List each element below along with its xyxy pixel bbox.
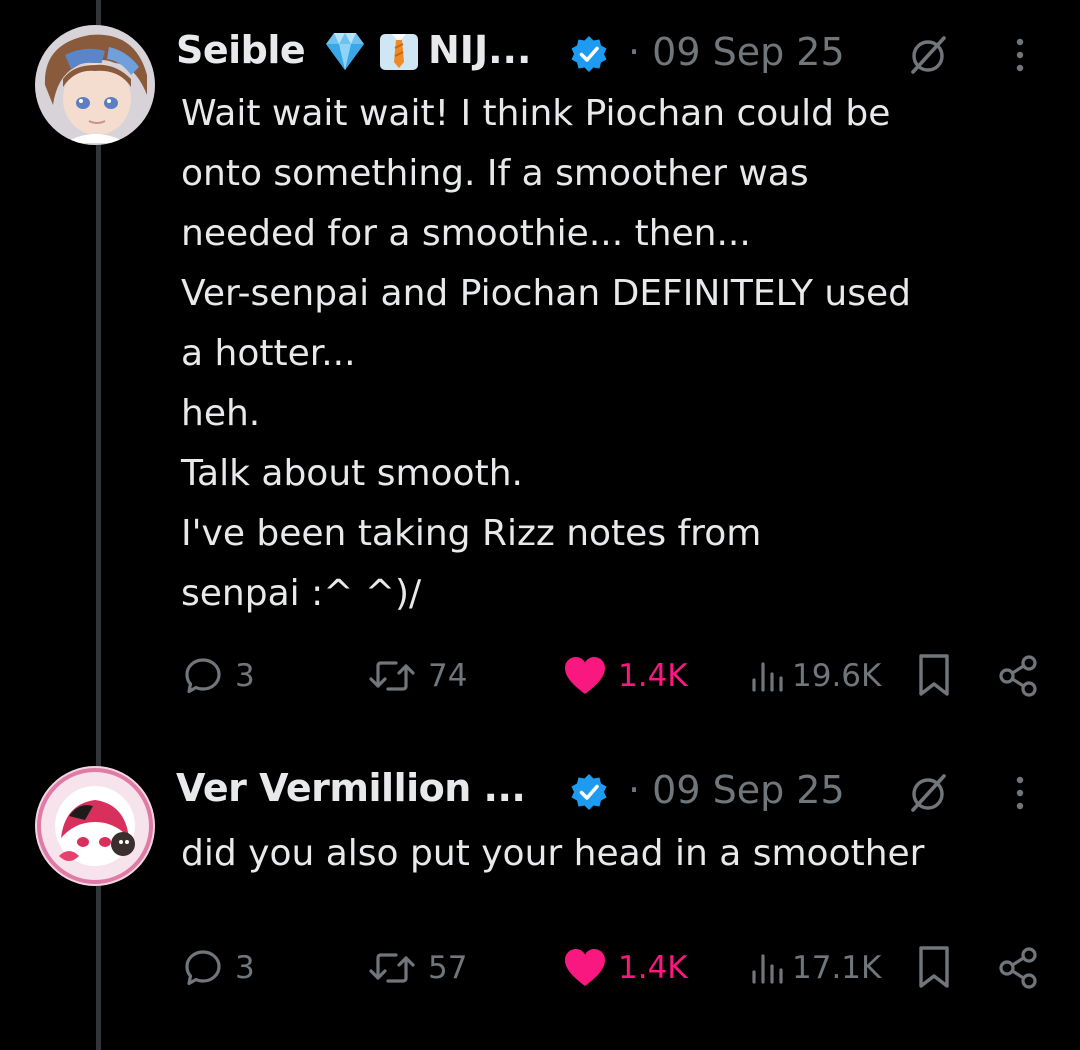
post-header: Ver Vermillion ... · 09 Sep 25 xyxy=(176,760,1046,824)
views-button[interactable]: 19.6K xyxy=(748,646,881,706)
reply-count: 3 xyxy=(235,950,255,986)
post-actions-bar: 3 57 1.4K 17.1K xyxy=(0,938,1080,998)
share-icon xyxy=(999,655,1037,697)
heart-icon xyxy=(565,949,605,986)
display-name-suffix[interactable]: NIJ... xyxy=(428,28,531,72)
thread-connector-line xyxy=(96,0,101,1050)
views-count: 19.6K xyxy=(792,658,882,694)
post-body-line: a hotter... xyxy=(181,333,356,374)
post-body-line: Ver-senpai and Piochan DEFINITELY used xyxy=(181,273,911,314)
like-button[interactable]: 1.4K xyxy=(562,938,688,998)
repost-arrows-icon xyxy=(369,661,415,691)
reply-button[interactable]: 3 xyxy=(181,938,255,998)
verified-badge-icon[interactable] xyxy=(569,772,609,812)
post-body-line: did you also put your head in a smoother xyxy=(181,833,925,874)
post-header: Seible NIJ... · 09 Sep 25 xyxy=(176,22,1046,86)
verified-badge-icon[interactable] xyxy=(569,34,609,74)
repost-button[interactable]: 74 xyxy=(366,646,467,706)
views-count: 17.1K xyxy=(792,950,882,986)
reply-count: 3 xyxy=(235,658,255,694)
post-actions-bar: 3 74 1.4K 19.6K xyxy=(0,646,1080,706)
avatar-ver-vermillion[interactable] xyxy=(35,766,155,886)
views-bar-icon xyxy=(752,954,783,984)
bookmark-button[interactable] xyxy=(916,646,952,706)
more-vertical-icon[interactable] xyxy=(1008,770,1032,816)
share-button[interactable] xyxy=(996,646,1042,706)
gem-stone-emoji xyxy=(326,33,364,70)
post-timestamp[interactable]: · 09 Sep 25 xyxy=(628,768,845,812)
views-button[interactable]: 17.1K xyxy=(748,938,881,998)
like-count: 1.4K xyxy=(618,950,688,986)
repost-count: 74 xyxy=(428,658,468,694)
repost-count: 57 xyxy=(428,950,468,986)
post-body-line: onto something. If a smoother was xyxy=(181,153,809,194)
display-name[interactable]: Seible xyxy=(176,28,306,72)
share-icon xyxy=(999,947,1037,989)
avatar-seible[interactable] xyxy=(35,25,155,145)
bookmark-button[interactable] xyxy=(916,938,952,998)
like-count: 1.4K xyxy=(618,658,688,694)
bookmark-icon xyxy=(919,654,949,696)
share-button[interactable] xyxy=(996,938,1042,998)
display-name[interactable]: Ver Vermillion ... xyxy=(176,766,526,810)
bookmark-icon xyxy=(919,946,949,988)
post-body-line: Talk about smooth. xyxy=(181,453,523,494)
like-button[interactable]: 1.4K xyxy=(562,646,688,706)
more-vertical-icon[interactable] xyxy=(1008,32,1032,78)
post-body-line: Wait wait wait! I think Piochan could be xyxy=(181,93,891,134)
post-body-line: needed for a smoothie... then... xyxy=(181,213,751,254)
post-body-line: senpai :^ ^)/ xyxy=(181,573,422,614)
repost-button[interactable]: 57 xyxy=(366,938,467,998)
heart-icon xyxy=(565,657,605,694)
post-body: Wait wait wait! I think Piochan could be… xyxy=(181,84,1051,624)
reply-bubble-icon xyxy=(185,950,221,986)
reply-button[interactable]: 3 xyxy=(181,646,255,706)
post-timestamp[interactable]: · 09 Sep 25 xyxy=(628,30,845,74)
views-bar-icon xyxy=(752,662,783,692)
reply-bubble-icon xyxy=(185,658,221,694)
post-body-line: heh. xyxy=(181,393,261,434)
necktie-shirt-emoji xyxy=(380,34,418,70)
post-body: did you also put your head in a smoother xyxy=(181,824,1051,884)
grok-slash-icon[interactable] xyxy=(904,32,952,76)
repost-arrows-icon xyxy=(369,953,415,983)
grok-slash-icon[interactable] xyxy=(904,770,952,814)
post-body-line: I've been taking Rizz notes from xyxy=(181,513,762,554)
